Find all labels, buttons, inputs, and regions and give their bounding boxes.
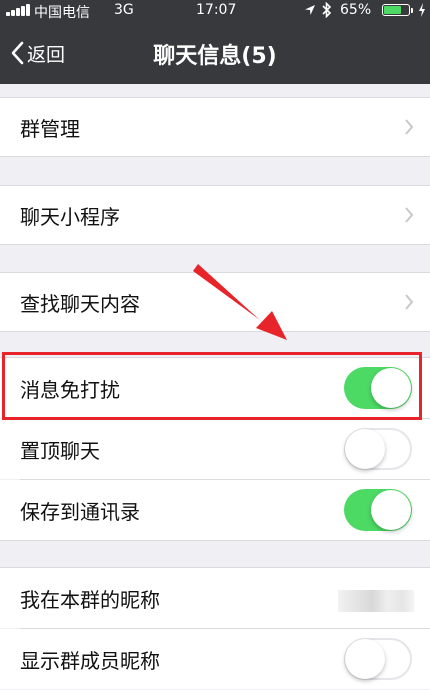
save-to-contacts-toggle[interactable] <box>344 489 412 531</box>
status-bar: 中国电信 3G 17:07 65% <box>0 0 430 21</box>
network-type: 3G <box>114 2 134 18</box>
search-chat-content-row[interactable]: 查找聊天内容 <box>0 273 430 331</box>
nickname-value-blurred <box>338 590 414 612</box>
charging-bolt-icon <box>419 3 425 17</box>
save-to-contacts-label: 保存到通讯录 <box>20 499 140 524</box>
battery-percent: 65% <box>340 2 372 18</box>
navigation-bar: 返回 聊天信息(5) <box>0 20 430 84</box>
show-member-nicknames-label: 显示群成员昵称 <box>20 648 160 673</box>
group-manage-label: 群管理 <box>20 116 80 141</box>
show-member-nicknames-toggle[interactable] <box>344 638 412 680</box>
clock: 17:07 <box>196 2 237 18</box>
save-to-contacts-row: 保存到通讯录 <box>0 480 430 540</box>
pin-to-top-row: 置顶聊天 <box>0 419 430 479</box>
bluetooth-icon <box>322 2 332 18</box>
signal-strength-icon <box>6 4 30 16</box>
mini-programs-row[interactable]: 聊天小程序 <box>0 186 430 244</box>
my-group-nickname-row[interactable]: 我在本群的昵称 <box>0 568 430 628</box>
chevron-right-icon <box>405 207 414 223</box>
pin-to-top-label: 置顶聊天 <box>20 438 100 463</box>
location-icon <box>305 5 315 15</box>
show-member-nicknames-row: 显示群成员昵称 <box>0 629 430 689</box>
battery-icon <box>382 4 413 16</box>
search-chat-content-label: 查找聊天内容 <box>20 291 140 316</box>
chevron-right-icon <box>405 119 414 135</box>
page-title: 聊天信息(5) <box>153 44 277 69</box>
chevron-right-icon <box>405 294 414 310</box>
mini-programs-label: 聊天小程序 <box>20 204 120 229</box>
pin-to-top-toggle[interactable] <box>344 428 412 470</box>
my-group-nickname-label: 我在本群的昵称 <box>20 587 160 612</box>
group-manage-row[interactable]: 群管理 <box>0 98 430 156</box>
highlight-box <box>2 352 422 420</box>
carrier-name: 中国电信 <box>34 5 90 21</box>
